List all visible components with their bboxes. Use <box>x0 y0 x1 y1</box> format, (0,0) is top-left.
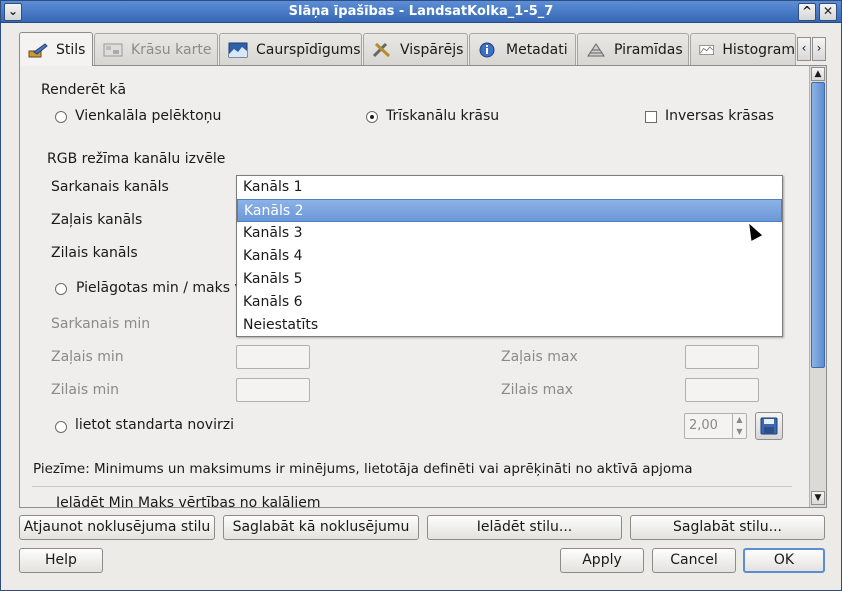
ok-button[interactable]: OK <box>743 548 825 573</box>
three-band-color-radio[interactable] <box>366 111 378 123</box>
custom-minmax-radio[interactable] <box>55 283 67 295</box>
colormap-icon <box>103 43 123 56</box>
tab-scroll-left-button[interactable]: ‹ <box>797 37 811 61</box>
tools-icon <box>372 42 391 57</box>
dropdown-option[interactable]: Kanāls 6 <box>237 291 782 314</box>
stddev-radio[interactable] <box>55 421 67 433</box>
three-band-color-label: Trīskanālu krāsu <box>386 108 500 124</box>
grayscale-label: Vienkalāla pelēktoņu <box>75 108 222 124</box>
dropdown-option[interactable]: Kanāls 5 <box>237 268 782 291</box>
paintbrush-icon <box>28 42 48 57</box>
dropdown-option[interactable]: Kanāls 4 <box>237 245 782 268</box>
scroll-thumb[interactable] <box>811 82 825 368</box>
close-icon: ✕ <box>822 4 834 18</box>
green-max-label: Zaļais max <box>501 349 578 365</box>
red-band-label: Sarkanais kanāls <box>51 179 169 195</box>
tab-pyramids[interactable]: Piramīdas <box>577 33 689 65</box>
tab-strip: Stils Krāsu karte Caurspīdīgums Vispārēj… <box>19 32 827 66</box>
floppy-disk-icon <box>760 417 778 435</box>
stddev-value: 2,00 <box>689 418 718 433</box>
render-as-heading: Renderēt kā <box>41 82 127 98</box>
window-title: Slāņa īpašības - LandsatKolka_1-5_7 <box>288 4 554 19</box>
cancel-button[interactable]: Cancel <box>652 548 736 573</box>
chevron-down-icon: ⌄ <box>7 4 19 18</box>
green-max-input[interactable] <box>685 345 759 369</box>
vertical-scrollbar[interactable]: ▲ ▼ <box>809 66 826 507</box>
tab-label: Histogram <box>722 41 795 58</box>
chevron-right-icon: › <box>816 41 822 55</box>
green-min-input[interactable] <box>236 345 310 369</box>
dropdown-option[interactable]: Neiestatīts <box>237 314 782 337</box>
blue-max-label: Zilais max <box>501 382 574 398</box>
tab-style[interactable]: Stils <box>19 32 93 66</box>
title-bar[interactable]: ⌄ Slāņa īpašības - LandsatKolka_1-5_7 ^ … <box>1 1 841 23</box>
blue-max-input[interactable] <box>685 378 759 402</box>
dropdown-option-selected[interactable]: Kanāls 2 <box>237 199 782 222</box>
tab-label: Metadati <box>506 41 568 58</box>
apply-button[interactable]: Apply <box>560 548 644 573</box>
tab-colormap[interactable]: Krāsu karte <box>94 33 218 65</box>
scroll-up-icon[interactable]: ▲ <box>811 67 825 81</box>
blue-band-label: Zilais kanāls <box>51 245 138 261</box>
stddev-spinbox[interactable]: 2,00 ▲ ▼ <box>684 413 747 439</box>
close-button[interactable]: ✕ <box>819 3 837 21</box>
window-menu-button[interactable]: ⌄ <box>4 3 22 21</box>
save-stddev-button[interactable] <box>755 412 783 440</box>
green-band-label: Zaļais kanāls <box>51 212 143 228</box>
tab-histogram[interactable]: Histogram <box>690 33 796 65</box>
restore-default-style-button[interactable]: Atjaunot noklusējuma stilu <box>19 515 215 540</box>
info-icon <box>479 42 495 57</box>
spin-up-icon[interactable]: ▲ <box>732 414 746 426</box>
histogram-icon <box>699 44 714 55</box>
section-divider <box>32 486 792 487</box>
blue-min-label: Zilais min <box>51 382 119 398</box>
save-style-button[interactable]: Saglabāt stilu... <box>630 515 825 540</box>
scroll-down-icon[interactable]: ▼ <box>811 491 825 505</box>
load-style-button[interactable]: Ielādēt stilu... <box>427 515 622 540</box>
help-button[interactable]: Help <box>19 548 103 573</box>
tab-label: Stils <box>56 41 86 58</box>
tab-general[interactable]: Vispārējs <box>363 33 468 65</box>
spin-down-icon[interactable]: ▼ <box>732 426 746 438</box>
green-min-label: Zaļais min <box>51 349 124 365</box>
dropdown-option[interactable]: Kanāls 1 <box>237 176 782 199</box>
tab-scroll-right-button[interactable]: › <box>812 37 826 61</box>
tab-label: Caurspīdīgums <box>256 41 361 58</box>
custom-minmax-label: Pielāgotas min / maks vē <box>76 280 252 296</box>
minmax-note: Piezīme: Minimums un maksimums ir minēju… <box>33 461 693 477</box>
grayscale-radio[interactable] <box>55 111 67 123</box>
load-minmax-group-label: Ielādēt Min Maks vērtības no kaļāliem <box>56 495 321 507</box>
red-min-label: Sarkanais min <box>51 316 151 332</box>
maximize-icon: ^ <box>801 4 813 18</box>
stddev-label: lietot standarta novirzi <box>75 417 234 433</box>
tab-label: Krāsu karte <box>131 41 212 58</box>
style-panel: Renderēt kā Vienkalāla pelēktoņu Trīskan… <box>19 65 827 508</box>
tab-metadata[interactable]: Metadati <box>469 33 576 65</box>
style-panel-content: Renderēt kā Vienkalāla pelēktoņu Trīskan… <box>20 66 809 507</box>
invert-colors-checkbox[interactable] <box>645 111 657 123</box>
maximize-button[interactable]: ^ <box>798 3 816 21</box>
save-as-default-button[interactable]: Saglabāt kā noklusējumu <box>223 515 419 540</box>
invert-colors-label: Inversas krāsas <box>665 108 774 124</box>
chevron-left-icon: ‹ <box>801 41 807 55</box>
tab-label: Vispārējs <box>400 41 464 58</box>
tab-label: Piramīdas <box>614 41 683 58</box>
layer-properties-window: ⌄ Slāņa īpašības - LandsatKolka_1-5_7 ^ … <box>0 0 842 591</box>
rgb-band-selection-heading: RGB režīma kanālu izvēle <box>47 151 226 167</box>
band-dropdown-list[interactable]: Kanāls 1 Kanāls 2 Kanāls 3 Kanāls 4 Kanā… <box>236 175 783 337</box>
pyramid-icon <box>587 42 605 56</box>
tab-transparency[interactable]: Caurspīdīgums <box>219 33 362 65</box>
blue-min-input[interactable] <box>236 378 310 402</box>
dropdown-option[interactable]: Kanāls 3 <box>237 222 782 245</box>
transparency-icon <box>228 42 248 57</box>
